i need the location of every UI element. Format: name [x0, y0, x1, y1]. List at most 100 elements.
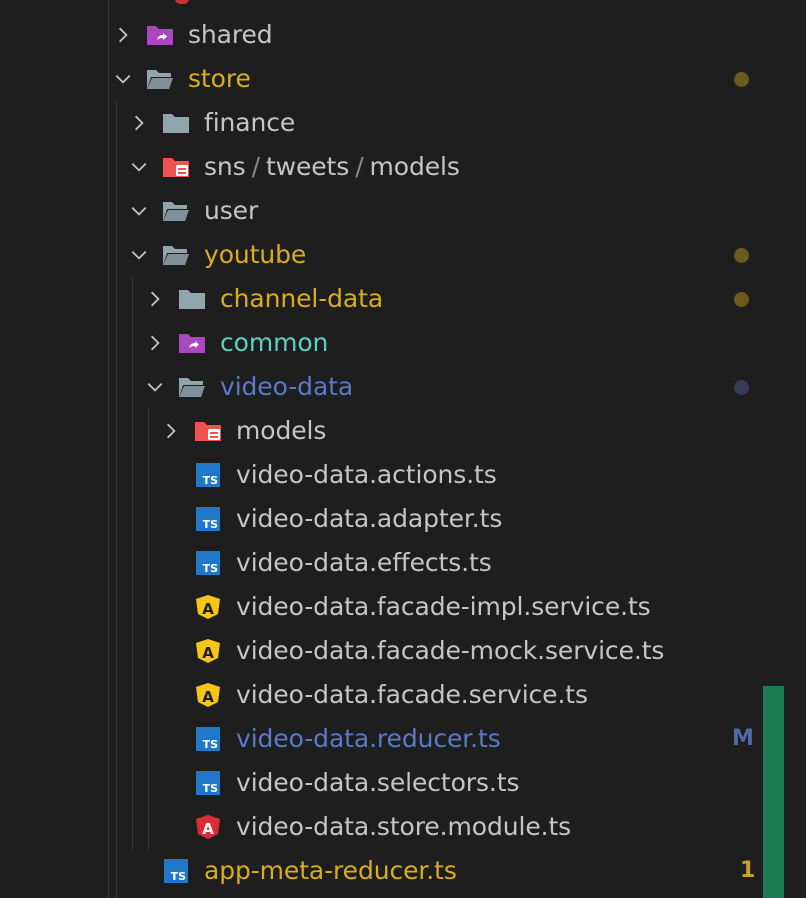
tree-item-facade-mock[interactable]: Avideo-data.facade-mock.service.ts: [0, 629, 806, 673]
path-segment[interactable]: store: [188, 64, 251, 93]
path-segment[interactable]: app-meta-reducer.ts: [204, 856, 457, 885]
typescript-icon: TS: [194, 507, 222, 531]
tree-item-label: video-data.selectors.ts: [236, 761, 519, 805]
file-explorer: shared store finance sns / tweets / models user y…: [0, 0, 806, 898]
tree-item-label: video-data: [220, 365, 353, 409]
tree-item-finance[interactable]: finance: [0, 101, 806, 145]
tree-item-user[interactable]: user: [0, 189, 806, 233]
chevron-down-icon[interactable]: [126, 233, 152, 277]
tree-item-label: user: [204, 189, 258, 233]
svg-text:TS: TS: [203, 562, 219, 575]
path-segment[interactable]: video-data.facade.service.ts: [236, 680, 588, 709]
chevron-down-icon[interactable]: [110, 57, 136, 101]
svg-text:TS: TS: [171, 870, 187, 883]
scrollbar-change-indicator[interactable]: [763, 686, 784, 898]
path-segment[interactable]: tweets: [266, 152, 349, 181]
svg-text:TS: TS: [203, 518, 219, 531]
tree-item-label: video-data.adapter.ts: [236, 497, 502, 541]
tree-item-channel-data[interactable]: channel-data: [0, 277, 806, 321]
change-dot-indicator: [734, 292, 749, 307]
path-segment[interactable]: sns: [204, 152, 246, 181]
folder-shared-icon: [146, 23, 174, 47]
tree-item-label: finance: [204, 101, 295, 145]
chevron-right-icon[interactable]: [142, 277, 168, 321]
path-segment[interactable]: shared: [188, 20, 273, 49]
typescript-icon: TS: [194, 551, 222, 575]
svg-text:TS: TS: [203, 738, 219, 751]
tree-item-facade-impl[interactable]: Avideo-data.facade-impl.service.ts: [0, 585, 806, 629]
tree-item-label: video-data.actions.ts: [236, 453, 497, 497]
folder-open-icon: [162, 243, 190, 267]
path-segment[interactable]: video-data.facade-mock.service.ts: [236, 636, 664, 665]
tree-item-youtube[interactable]: youtube: [0, 233, 806, 277]
typescript-icon: TS: [194, 463, 222, 487]
git-status-badge: M: [732, 726, 754, 751]
chevron-right-icon[interactable]: [110, 13, 136, 57]
tree-item-store-module[interactable]: Avideo-data.store.module.ts: [0, 805, 806, 849]
folder-icon: [162, 111, 190, 135]
tree-item-effects[interactable]: TS video-data.effects.ts: [0, 541, 806, 585]
folder-shared-icon: [178, 331, 206, 355]
tree-item-adapter[interactable]: TS video-data.adapter.ts: [0, 497, 806, 541]
tree-item-app-meta-reducer[interactable]: TS app-meta-reducer.ts 1: [0, 849, 806, 893]
change-dot-indicator: [734, 72, 749, 87]
path-segment[interactable]: common: [220, 328, 328, 357]
path-segment[interactable]: video-data.facade-impl.service.ts: [236, 592, 651, 621]
tree-item-label: common: [220, 321, 328, 365]
path-segment[interactable]: finance: [204, 108, 295, 137]
path-segment[interactable]: models: [370, 152, 460, 181]
tree-item-label: channel-data: [220, 277, 383, 321]
svg-text:A: A: [202, 688, 214, 706]
path-segment[interactable]: models: [236, 416, 326, 445]
tree-item-label: video-data.store.module.ts: [236, 805, 571, 849]
angular-service-icon: A: [194, 683, 222, 707]
tree-item-label: store: [188, 57, 251, 101]
path-segment[interactable]: video-data.reducer.ts: [236, 724, 501, 753]
svg-text:A: A: [202, 600, 214, 618]
tree-item-models[interactable]: models: [0, 409, 806, 453]
chevron-down-icon[interactable]: [126, 145, 152, 189]
tree-item-label: app-meta-reducer.ts: [204, 849, 457, 893]
angular-module-icon: A: [194, 815, 222, 839]
path-segment[interactable]: video-data.effects.ts: [236, 548, 492, 577]
path-segment[interactable]: video-data.adapter.ts: [236, 504, 502, 533]
typescript-icon: TS: [162, 859, 190, 883]
svg-text:TS: TS: [203, 782, 219, 795]
chevron-right-icon[interactable]: [158, 409, 184, 453]
typescript-icon: TS: [194, 727, 222, 751]
path-segment[interactable]: video-data.actions.ts: [236, 460, 497, 489]
tree-item-selectors[interactable]: TS video-data.selectors.ts: [0, 761, 806, 805]
git-status-badge: 1: [740, 858, 756, 883]
tree-item-label: video-data.facade.service.ts: [236, 673, 588, 717]
tree-item-video-data[interactable]: video-data: [0, 365, 806, 409]
tree-item-facade[interactable]: Avideo-data.facade.service.ts: [0, 673, 806, 717]
tree-item-shared[interactable]: shared: [0, 13, 806, 57]
path-segment[interactable]: video-data: [220, 372, 353, 401]
path-segment[interactable]: user: [204, 196, 258, 225]
path-segment[interactable]: video-data.store.module.ts: [236, 812, 571, 841]
folder-models-icon: [194, 419, 222, 443]
chevron-down-icon[interactable]: [142, 365, 168, 409]
tree-item-common[interactable]: common: [0, 321, 806, 365]
chevron-down-icon[interactable]: [126, 189, 152, 233]
folder-open-icon: [146, 67, 174, 91]
chevron-right-icon[interactable]: [142, 321, 168, 365]
path-segment[interactable]: video-data.selectors.ts: [236, 768, 519, 797]
folder-open-icon: [162, 199, 190, 223]
path-segment[interactable]: youtube: [204, 240, 306, 269]
path-separator: /: [355, 152, 364, 181]
folder-icon: [178, 287, 206, 311]
tree-item-label: youtube: [204, 233, 306, 277]
typescript-icon: TS: [194, 771, 222, 795]
folder-open-icon: [178, 375, 206, 399]
path-segment[interactable]: channel-data: [220, 284, 383, 313]
change-dot-indicator: [734, 380, 749, 395]
angular-service-icon: A: [194, 639, 222, 663]
tree-item-label: sns / tweets / models: [204, 145, 460, 189]
change-dot-indicator: [734, 248, 749, 263]
tree-item-reducer[interactable]: TS video-data.reducer.ts M: [0, 717, 806, 761]
chevron-right-icon[interactable]: [126, 101, 152, 145]
tree-item-store[interactable]: store: [0, 57, 806, 101]
tree-item-actions[interactable]: TS video-data.actions.ts: [0, 453, 806, 497]
tree-item-sns-tweets-models[interactable]: sns / tweets / models: [0, 145, 806, 189]
